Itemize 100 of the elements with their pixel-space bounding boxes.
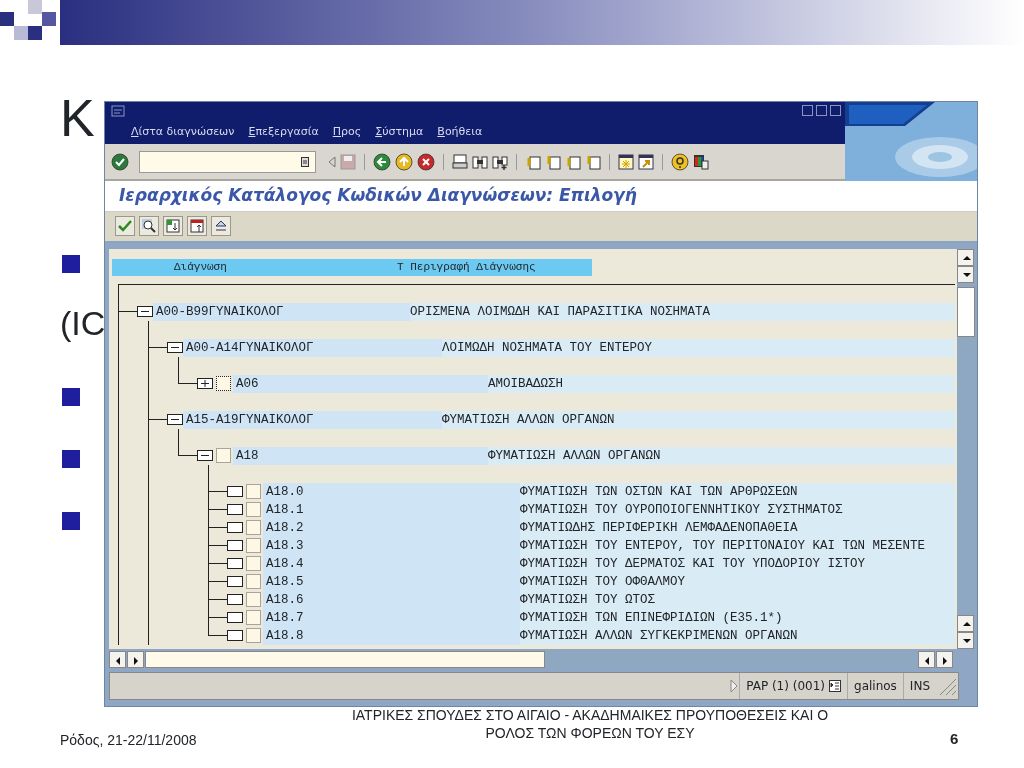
diagnosis-description: ΟΡΙΣΜΕΝΑ ΛΟΙΜΩΔΗ ΚΑΙ ΠΑΡΑΣΙΤΙΚΑ ΝΟΣΗΜΑΤΑ [410, 303, 955, 321]
system-list-icon[interactable] [829, 680, 841, 692]
diagnosis-code[interactable]: A00-B99ΓΥΝΑΙΚΟΛΟΓ [153, 303, 410, 321]
previous-page-icon[interactable] [545, 153, 561, 170]
system-info: PAP (1) (001) [746, 678, 825, 695]
user-name: galinos [854, 678, 897, 695]
exit-icon[interactable] [395, 152, 413, 171]
diagnosis-description: ΦΥΜΑΤΙΩΣΗ ΤΩΝ ΟΣΤΩΝ ΚΑΙ ΤΩΝ ΑΡΘΡΩΣΕΩΝ [520, 483, 955, 501]
scroll-right-button[interactable] [936, 651, 953, 668]
checkbox[interactable] [246, 610, 261, 625]
insert-icon[interactable] [165, 218, 181, 235]
diagnosis-code[interactable]: A18 [233, 447, 488, 465]
diagnosis-description: ΦΥΜΑΤΙΩΣΗ ΑΛΛΩΝ ΟΡΓΑΝΩΝ [488, 447, 955, 465]
collapse-icon[interactable] [197, 450, 213, 461]
diagnosis-description: ΦΥΜΑΤΙΩΣΗ ΑΛΛΩΝ ΟΡΓΑΝΩΝ [442, 411, 955, 429]
scroll-right-button[interactable] [127, 651, 144, 668]
help-icon[interactable] [671, 152, 689, 171]
bullet-icon [62, 388, 80, 406]
collapse-icon[interactable] [137, 306, 153, 317]
shortcut-icon[interactable] [638, 153, 654, 170]
back-arrow-icon[interactable] [328, 155, 336, 168]
scroll-left-button[interactable] [918, 651, 935, 668]
checkbox[interactable] [246, 502, 261, 517]
window-menu-icon[interactable] [111, 105, 125, 117]
slide-title: Κ [60, 92, 95, 144]
diagnosis-description: ΦΥΜΑΤΙΩΣΗ ΤΟΥ ΔΕΡΜΑΤΟΣ ΚΑΙ ΤΟΥ ΥΠΟΔΟΡΙΟΥ ΙΣΤΟΥ [520, 555, 955, 573]
footer-date: Ρόδος, 21-22/11/2008 [60, 731, 197, 750]
menu-item[interactable]: Λίστα διαγνώσεων [131, 123, 235, 140]
diagnosis-code[interactable]: A18.3 [263, 537, 520, 555]
scroll-down-button[interactable] [957, 632, 974, 649]
diagnosis-description: ΦΥΜΑΤΙΩΔΗΣ ΠΕΡΙΦΕΡΙΚΗ ΛΕΜΦΑΔΕΝΟΠΑΘΕΙΑ [520, 519, 955, 537]
diagnosis-code[interactable]: A18.2 [263, 519, 520, 537]
binoculars-plus-icon[interactable] [492, 153, 508, 170]
slide-text: (IC [60, 306, 106, 340]
layout-icon[interactable] [693, 153, 709, 170]
column-label: Τ Περιγραφή Διάγνωσης [397, 260, 536, 276]
checkbox[interactable] [246, 484, 261, 499]
scroll-up-button[interactable] [957, 615, 974, 632]
bullet-icon [62, 255, 80, 273]
menu-item[interactable]: Βοήθεια [437, 123, 483, 140]
page-number: 6 [950, 729, 959, 749]
checkbox[interactable] [246, 538, 261, 553]
input-mode: INS [909, 678, 930, 695]
next-page-icon[interactable] [565, 153, 581, 170]
command-field[interactable] [139, 150, 316, 173]
screen-title: Ιεραρχικός Κατάλογος Κωδικών Διαγνώσεων: Επιλογή [105, 181, 977, 212]
diagnosis-description: ΑΜΟΙΒΑΔΩΣΗ [488, 375, 955, 393]
checkbox[interactable] [246, 574, 261, 589]
diagnosis-description: ΦΥΜΑΤΙΩΣΗ ΤΩΝ ΕΠΙΝΕΦΡΙΔΙΩΝ (E35.1*) [520, 609, 955, 627]
checkbox[interactable] [246, 556, 261, 571]
menu-item[interactable]: Προς [332, 123, 362, 140]
diagnosis-code[interactable]: A15-A19ΓΥΝΑΙΚΟΛΟΓ [183, 411, 442, 429]
expand-icon[interactable] [197, 378, 213, 389]
diagnosis-code[interactable]: A00-A14ΓΥΝΑΙΚΟΛΟΓ [183, 339, 442, 357]
diagnosis-code[interactable]: A18.7 [263, 609, 520, 627]
cancel-icon[interactable] [417, 152, 435, 171]
maximize-button[interactable] [816, 105, 827, 116]
bullet-icon [62, 512, 80, 530]
scroll-thumb[interactable] [145, 651, 545, 668]
diagnosis-code[interactable]: A18.4 [263, 555, 520, 573]
column-label: Διάγνωση [173, 260, 228, 276]
diagnosis-code[interactable]: A18.6 [263, 591, 520, 609]
history-icon[interactable] [301, 156, 309, 167]
diagnosis-code[interactable]: A18.5 [263, 573, 520, 591]
close-button[interactable] [830, 105, 841, 116]
checkbox[interactable] [246, 520, 261, 535]
scroll-down-button[interactable] [957, 266, 974, 283]
last-page-icon[interactable] [585, 153, 601, 170]
diagnosis-description: ΦΥΜΑΤΙΩΣΗ ΑΛΛΩΝ ΣΥΓΚΕΚΡΙΜΕΝΩΝ ΟΡΓΑΝΩΝ [520, 627, 955, 645]
checkbox[interactable] [246, 592, 261, 607]
scroll-left-button[interactable] [109, 651, 126, 668]
diagnosis-description: ΦΥΜΑΤΙΩΣΗ ΤΟΥ ΟΦΘΑΛΜΟΥ [520, 573, 955, 591]
checkbox[interactable] [216, 376, 231, 391]
diagnosis-description: ΛΟΙΜΩΔΗ ΝΟΣΗΜΑΤΑ ΤΟΥ ΕΝΤΕΡΟΥ [442, 339, 955, 357]
checkbox[interactable] [216, 448, 231, 463]
diagnosis-code[interactable]: A18.0 [263, 483, 520, 501]
scroll-thumb[interactable] [957, 287, 975, 337]
footer-caption: ΙΑΤΡΙΚΕΣ ΣΠΟΥΔΕΣ ΣΤΟ ΑΙΓΑΙΟ - ΑΚΑΔΗΜΑΙΚΕΣ ΠΡΟΥΠΟΘΕΣΕΙΣ ΚΑΙ Ο ΡΟΛΟΣ ΤΩΝ ΦΟΡΕΩΝ ΤΟΥ ΕΣΥ [350, 706, 830, 742]
first-page-icon[interactable] [525, 153, 541, 170]
diagnosis-description: ΦΥΜΑΤΙΩΣΗ ΤΟΥ ΟΥΡΟΠΟΙΟΓΕΝΝΗΤΙΚΟΥ ΣΥΣΤΗΜΑΤΟΣ [520, 501, 955, 519]
collapse-icon[interactable] [167, 414, 183, 425]
collapse-icon[interactable] [167, 342, 183, 353]
checkbox[interactable] [246, 628, 261, 643]
diagnosis-code[interactable]: A18.1 [263, 501, 520, 519]
scroll-up-button[interactable] [957, 249, 974, 266]
binoculars-icon[interactable] [472, 153, 488, 170]
menu-item[interactable]: Σύστημα [375, 123, 424, 140]
expand-status-icon[interactable] [729, 679, 740, 693]
bullet-icon [62, 450, 80, 468]
enter-icon[interactable] [111, 152, 129, 171]
new-window-icon[interactable] [618, 153, 634, 170]
minimize-button[interactable] [802, 105, 813, 116]
remove-icon[interactable] [189, 218, 205, 235]
zoom-icon[interactable] [141, 218, 157, 235]
diagnosis-code[interactable]: A06 [233, 375, 488, 393]
back-icon[interactable] [373, 152, 391, 171]
diagnosis-code[interactable]: A18.8 [263, 627, 520, 645]
menu-item[interactable]: Επεξεργασία [248, 123, 319, 140]
print-icon[interactable] [452, 153, 468, 170]
diagnosis-description: ΦΥΜΑΤΙΩΣΗ ΤΟΥ ΩΤΟΣ [520, 591, 955, 609]
